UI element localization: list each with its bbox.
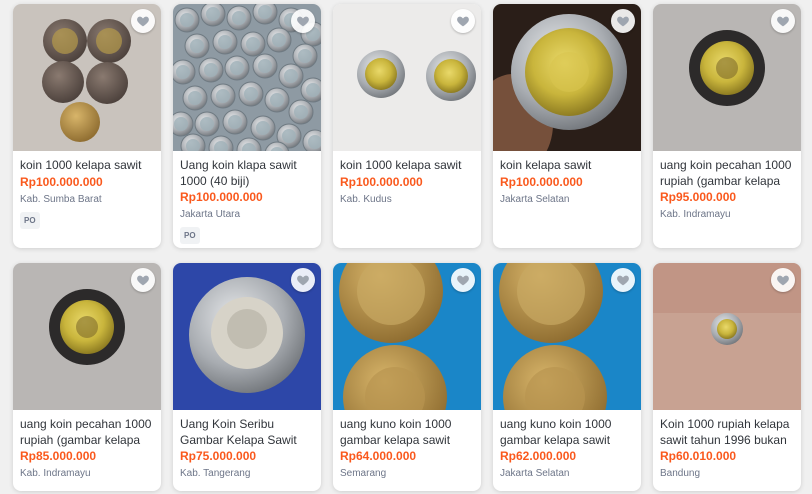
product-price: Rp64.000.000: [340, 449, 417, 463]
product-image[interactable]: [653, 4, 801, 151]
product-info: uang koin pecahan 1000 rupiah (gambar ke…: [653, 151, 801, 229]
product-image[interactable]: [173, 4, 321, 151]
preorder-badge: PO: [180, 227, 200, 244]
product-info: Uang koin klapa sawit 1000 (40 biji) Rp10…: [173, 151, 321, 248]
product-info: uang kuno koin 1000 gambar kelapa sawit R…: [493, 410, 641, 488]
wishlist-button[interactable]: [451, 9, 475, 33]
product-price: Rp100.000.000: [500, 174, 583, 189]
product-image[interactable]: [13, 4, 161, 151]
product-image[interactable]: [333, 263, 481, 410]
product-location: Kab. Kudus: [340, 193, 392, 205]
wishlist-button[interactable]: [131, 9, 155, 33]
product-card[interactable]: Uang Koin Seribu Gambar Kelapa Sawit Rp75…: [173, 263, 321, 491]
product-title[interactable]: uang koin pecahan 1000 rupiah (gambar ke…: [20, 417, 154, 448]
heart-icon: [616, 273, 630, 287]
product-location: Bandung: [660, 468, 701, 479]
product-title[interactable]: uang kuno koin 1000 gambar kelapa sawit: [340, 417, 474, 448]
product-card[interactable]: uang kuno koin 1000 gambar kelapa sawit R…: [333, 263, 481, 491]
product-location: Kab. Indramayu: [20, 468, 91, 479]
wishlist-button[interactable]: [131, 268, 155, 292]
heart-icon: [776, 14, 790, 28]
product-card[interactable]: koin 1000 kelapa sawit Rp100.000.000 Kab. …: [13, 4, 161, 248]
wishlist-button[interactable]: [451, 268, 475, 292]
product-image[interactable]: [13, 263, 161, 410]
product-image[interactable]: [493, 4, 641, 151]
wishlist-button[interactable]: [771, 9, 795, 33]
product-info: uang koin pecahan 1000 rupiah (gambar ke…: [13, 410, 161, 488]
product-image[interactable]: [173, 263, 321, 410]
product-card[interactable]: uang kuno koin 1000 gambar kelapa sawit R…: [493, 263, 641, 491]
product-image[interactable]: [493, 263, 641, 410]
product-info: uang kuno koin 1000 gambar kelapa sawit R…: [333, 410, 481, 488]
wishlist-button[interactable]: [771, 268, 795, 292]
product-price: Rp95.000.000: [660, 190, 737, 204]
product-card[interactable]: Koin 1000 rupiah kelapa sawit tahun 1996…: [653, 263, 801, 491]
heart-icon: [776, 273, 790, 287]
product-title[interactable]: uang kuno koin 1000 gambar kelapa sawit: [500, 417, 634, 448]
product-title[interactable]: Uang Koin Seribu Gambar Kelapa Sawit: [180, 417, 314, 448]
product-card[interactable]: koin 1000 kelapa sawit Rp100.000.000 Kab. …: [333, 4, 481, 248]
product-info: Uang Koin Seribu Gambar Kelapa Sawit Rp75…: [173, 410, 321, 488]
product-location: Kab. Indramayu: [660, 209, 731, 220]
heart-icon: [296, 273, 310, 287]
heart-icon: [616, 14, 630, 28]
product-image[interactable]: [333, 4, 481, 151]
product-card[interactable]: uang koin pecahan 1000 rupiah (gambar ke…: [653, 4, 801, 248]
product-title[interactable]: Koin 1000 rupiah kelapa sawit tahun 1996…: [660, 417, 794, 448]
wishlist-button[interactable]: [611, 9, 635, 33]
heart-icon: [136, 273, 150, 287]
product-location: Jakarta Selatan: [500, 468, 570, 479]
wishlist-button[interactable]: [291, 268, 315, 292]
heart-icon: [456, 14, 470, 28]
product-card[interactable]: koin kelapa sawit Rp100.000.000 Jakarta Se…: [493, 4, 641, 248]
product-title[interactable]: uang koin pecahan 1000 rupiah (gambar ke…: [660, 158, 794, 189]
product-location: Jakarta Utara: [180, 209, 241, 220]
product-location: Jakarta Selatan: [500, 193, 570, 205]
product-price: Rp100.000.000: [180, 190, 263, 204]
product-grid: koin 1000 kelapa sawit Rp100.000.000 Kab. …: [0, 0, 812, 494]
product-location: Semarang: [340, 468, 387, 479]
product-price: Rp75.000.000: [180, 449, 257, 463]
product-info: Koin 1000 rupiah kelapa sawit tahun 1996…: [653, 410, 801, 488]
wishlist-button[interactable]: [291, 9, 315, 33]
product-title[interactable]: koin 1000 kelapa sawit: [340, 158, 474, 174]
product-card[interactable]: uang koin pecahan 1000 rupiah (gambar ke…: [13, 263, 161, 491]
product-price: Rp100.000.000: [20, 174, 103, 189]
product-location: Kab. Sumba Barat: [20, 193, 102, 205]
product-title[interactable]: koin 1000 kelapa sawit: [20, 158, 154, 174]
product-info: koin 1000 kelapa sawit Rp100.000.000 Kab. …: [333, 151, 481, 214]
product-price: Rp62.000.000: [500, 449, 577, 463]
wishlist-button[interactable]: [611, 268, 635, 292]
product-price: Rp85.000.000: [20, 449, 97, 463]
heart-icon: [456, 273, 470, 287]
heart-icon: [136, 14, 150, 28]
product-info: koin kelapa sawit Rp100.000.000 Jakarta Se…: [493, 151, 641, 214]
product-location: Kab. Tangerang: [180, 468, 251, 479]
product-card[interactable]: Uang koin klapa sawit 1000 (40 biji) Rp10…: [173, 4, 321, 248]
product-price: Rp100.000.000: [340, 174, 423, 189]
product-info: koin 1000 kelapa sawit Rp100.000.000 Kab. …: [13, 151, 161, 237]
product-title[interactable]: koin kelapa sawit: [500, 158, 634, 174]
preorder-badge: PO: [20, 211, 40, 229]
product-price: Rp60.010.000: [660, 449, 737, 463]
product-title[interactable]: Uang koin klapa sawit 1000 (40 biji): [180, 158, 314, 189]
heart-icon: [296, 14, 310, 28]
product-image[interactable]: [653, 263, 801, 410]
